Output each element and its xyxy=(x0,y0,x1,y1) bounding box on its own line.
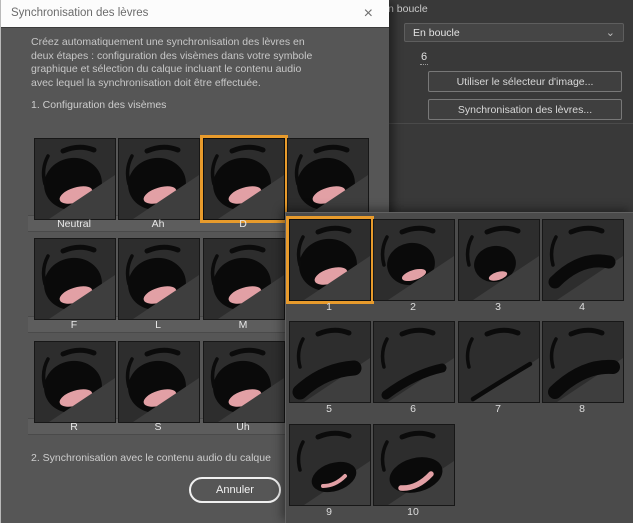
panel-divider xyxy=(388,123,633,124)
viseme-label: M xyxy=(238,319,248,331)
viseme-thumbnail[interactable] xyxy=(203,341,285,423)
frame-number-label: 8 xyxy=(579,403,585,415)
viseme-thumbnail[interactable] xyxy=(118,341,200,423)
closed-wide-mouth-icon xyxy=(543,220,623,300)
frame-number-label: 2 xyxy=(410,301,416,313)
frame-picker-panel: 1 2 3 4 5 6 7 8 9 10 xyxy=(285,212,633,523)
frame-number-label: 7 xyxy=(495,403,501,415)
open-med-mouth-icon xyxy=(374,220,454,300)
viseme-label: Neutral xyxy=(57,218,91,230)
grin-large-mouth-icon xyxy=(374,425,454,505)
open-big-mouth-icon xyxy=(35,342,115,422)
viseme-thumbnail[interactable] xyxy=(203,138,285,220)
open-big-mouth-icon xyxy=(204,139,284,219)
frame-thumbnail[interactable] xyxy=(373,424,455,506)
step1-label: 1. Configuration des visèmes xyxy=(31,99,167,111)
viseme-label: L xyxy=(155,319,161,331)
frame-number-label: 1 xyxy=(326,301,332,313)
frame-thumbnail[interactable] xyxy=(373,219,455,301)
closed-bold-mouth-icon xyxy=(543,322,623,402)
viseme-label: Ah xyxy=(151,218,165,230)
closed-thick-mouth-icon xyxy=(290,322,370,402)
dialog-titlebar[interactable]: Synchronisation des lèvres × xyxy=(1,0,389,28)
frame-thumbnail[interactable] xyxy=(289,321,371,403)
frame-thumbnail[interactable] xyxy=(542,321,624,403)
viseme-thumbnail[interactable] xyxy=(287,138,369,220)
open-big-mouth-icon xyxy=(119,342,199,422)
open-big-mouth-icon xyxy=(35,239,115,319)
viseme-thumbnail[interactable] xyxy=(34,238,116,320)
frame-number-hot-text[interactable]: 6 xyxy=(420,51,429,65)
closed-line-mouth-icon xyxy=(459,322,539,402)
viseme-label: F xyxy=(70,319,78,331)
viseme-label: R xyxy=(70,421,78,433)
use-frame-picker-button[interactable]: Utiliser le sélecteur d'image... xyxy=(428,71,622,92)
open-big-mouth-icon xyxy=(204,342,284,422)
dialog-description: Créez automatiquement une synchronisatio… xyxy=(31,36,313,89)
frame-number-label: 5 xyxy=(326,403,332,415)
open-big-mouth-icon xyxy=(119,139,199,219)
dialog-title: Synchronisation des lèvres xyxy=(11,7,149,19)
viseme-label: S xyxy=(154,421,162,433)
loop-mode-dropdown[interactable]: En boucle ⌄ xyxy=(404,23,624,42)
frame-number-label: 6 xyxy=(410,403,416,415)
frame-thumbnail[interactable] xyxy=(458,219,540,301)
viseme-thumbnail[interactable] xyxy=(118,138,200,220)
frame-number-label: 10 xyxy=(407,506,419,518)
viseme-thumbnail[interactable] xyxy=(34,138,116,220)
open-big-mouth-icon xyxy=(204,239,284,319)
frame-thumbnail[interactable] xyxy=(289,219,371,301)
open-small-mouth-icon xyxy=(459,220,539,300)
frame-thumbnail[interactable] xyxy=(373,321,455,403)
viseme-thumbnail[interactable] xyxy=(203,238,285,320)
viseme-thumbnail[interactable] xyxy=(118,238,200,320)
frame-number-label: 4 xyxy=(579,301,585,313)
lip-syncing-button[interactable]: Synchronisation des lèvres... xyxy=(428,99,622,120)
frame-number-label: 9 xyxy=(326,506,332,518)
grin-small-mouth-icon xyxy=(290,425,370,505)
viseme-label: Uh xyxy=(236,421,250,433)
closed-thin-mouth-icon xyxy=(374,322,454,402)
viseme-thumbnail[interactable] xyxy=(34,341,116,423)
frame-number-label: 3 xyxy=(495,301,501,313)
frame-thumbnail[interactable] xyxy=(542,219,624,301)
close-icon[interactable]: × xyxy=(364,4,373,24)
open-big-mouth-icon xyxy=(35,139,115,219)
open-big-mouth-icon xyxy=(119,239,199,319)
chevron-down-icon: ⌄ xyxy=(605,26,615,39)
animate-workspace: En boucle En boucle ⌄ 6 Utiliser le séle… xyxy=(0,0,633,523)
frame-thumbnail[interactable] xyxy=(289,424,371,506)
frame-thumbnail[interactable] xyxy=(458,321,540,403)
open-big-mouth-icon xyxy=(288,139,368,219)
loop-mode-dropdown-value: En boucle xyxy=(413,26,460,39)
open-big-mouth-icon xyxy=(290,220,370,300)
cancel-button[interactable]: Annuler xyxy=(189,477,281,503)
viseme-label: D xyxy=(239,218,247,230)
step2-label: 2. Synchronisation avec le contenu audio… xyxy=(31,452,271,464)
